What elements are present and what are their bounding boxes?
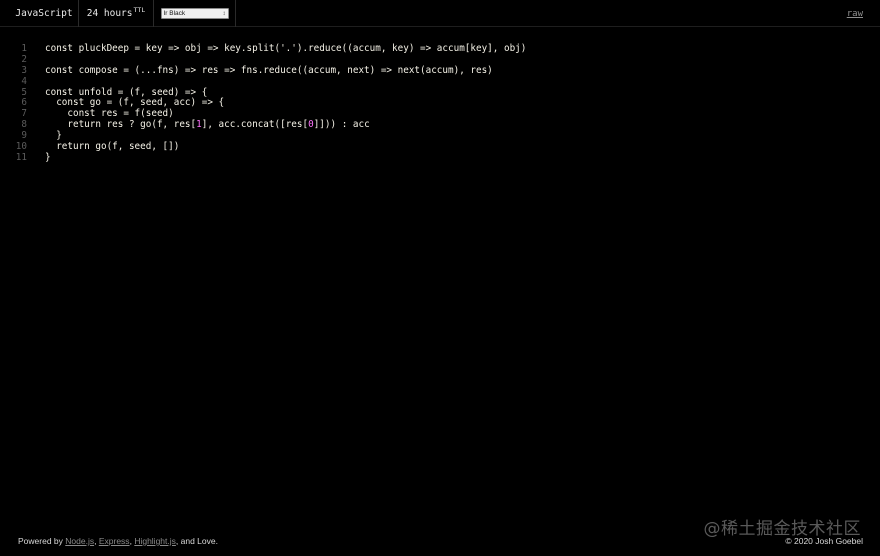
theme-picker: Ir Black ↕	[154, 0, 236, 27]
chevron-updown-icon: ↕	[222, 11, 226, 17]
code-line: 1 const pluckDeep = key => obj => key.spl…	[0, 43, 880, 55]
code-text: const res = f(seed)	[45, 108, 174, 120]
line-source: return go(f, seed, [])	[45, 141, 180, 153]
line-source: const compose = (...fns) => res => fns.r…	[45, 64, 493, 77]
code-text: const go = (f, seed, acc) => {	[45, 97, 225, 109]
footer-sep: ,	[129, 536, 132, 546]
code-line: 10 return go(f, seed, [])	[0, 141, 880, 153]
theme-select[interactable]: Ir Black ↕	[160, 8, 229, 19]
footer-sep: ,	[94, 536, 97, 546]
line-source: return res ? go(f, res[1], acc.concat([r…	[45, 119, 370, 131]
line-source: }	[45, 151, 51, 164]
code-text: const unfold = (f, seed) => {	[45, 86, 208, 98]
ttl-value: 24 hours	[86, 8, 133, 19]
code-text: }	[45, 130, 62, 142]
code-line: 11}	[0, 151, 880, 164]
code-text: const compose = (...fns) => res => fns.r…	[45, 64, 493, 76]
express-link[interactable]: Express	[99, 536, 130, 546]
watermark: @稀土掘金技术社区	[703, 519, 861, 539]
code-text: }	[45, 151, 51, 163]
footer-credits: Powered by Node.js, Express, Highlight.j…	[18, 536, 218, 546]
code-text: return res ? go(f, res[	[45, 119, 197, 131]
nodejs-link[interactable]: Node.js	[65, 536, 94, 546]
theme-selected-value: Ir Black	[163, 10, 186, 17]
ttl-indicator: 24 hours TTL	[79, 0, 154, 27]
raw-link[interactable]: raw	[847, 0, 863, 27]
line-source: const pluckDeep = key => obj => key.spli…	[45, 43, 527, 55]
powered-by-text: Powered by	[18, 536, 63, 546]
footer-tail: , and Love.	[175, 536, 218, 546]
line-number: 4	[21, 75, 27, 87]
code-text: ]])) : acc	[313, 119, 370, 131]
line-number: 11	[15, 151, 27, 163]
code-text: ], acc.concat([res[	[201, 119, 309, 131]
code-text: return go(f, seed, [])	[45, 141, 180, 153]
top-bar: JavaScript 24 hours TTL Ir Black ↕ raw	[0, 0, 880, 27]
language-label: JavaScript	[10, 0, 79, 27]
code-text: const pluckDeep = key => obj => key.spli…	[45, 43, 527, 54]
code-line: 3 const compose = (...fns) => res => fns.…	[0, 64, 880, 77]
code-line: 8 return res ? go(f, res[1], acc.concat(…	[0, 119, 880, 131]
code-block: 1 const pluckDeep = key => obj => key.spl…	[0, 43, 880, 164]
ttl-suffix: TTL	[133, 5, 146, 14]
highlightjs-link[interactable]: Highlight.js	[134, 536, 176, 546]
